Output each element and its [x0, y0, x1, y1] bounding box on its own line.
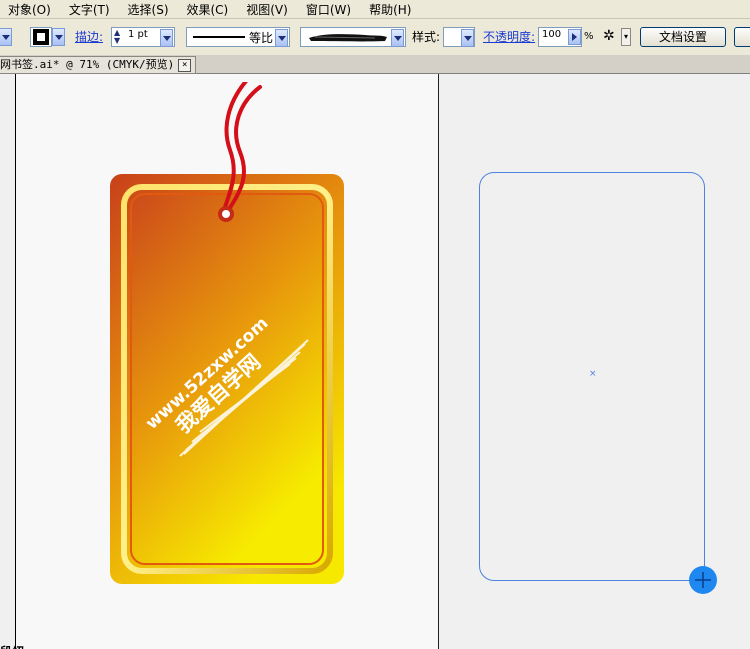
stroke-swatch[interactable] — [30, 27, 52, 47]
bottom-cut-label: 段绍 — [0, 643, 24, 649]
page-boundary — [438, 74, 439, 649]
chevron-down-icon — [160, 29, 173, 47]
recolor-artwork-button[interactable]: ✲ ▾ — [603, 27, 631, 47]
menu-type[interactable]: 文字(T) — [61, 1, 120, 18]
opacity-value: 100 — [542, 29, 562, 40]
menu-select[interactable]: 选择(S) — [120, 1, 179, 18]
document-setup-button[interactable]: 文档设置 — [640, 27, 726, 47]
bookmark-tag-artwork[interactable]: www.52zxw.com 我爱自学网 — [100, 82, 360, 612]
document-tab[interactable]: 网书签.ai* @ 71% (CMYK/预览) × — [0, 56, 197, 74]
brush-preview-icon — [309, 34, 387, 42]
chevron-right-icon[interactable] — [568, 29, 581, 45]
chevron-down-icon — [275, 29, 288, 47]
close-icon[interactable]: × — [178, 58, 192, 72]
chevron-down-icon — [52, 28, 65, 46]
document-tab-title: 网书签.ai* @ 71% (CMYK/预览) — [0, 58, 175, 71]
canvas[interactable]: www.52zxw.com 我爱自学网 × 段绍 — [0, 74, 750, 649]
stroke-weight-stepper-icon[interactable]: ▲ ▼ — [114, 29, 120, 45]
opacity-unit: % — [584, 31, 594, 42]
opacity-label[interactable]: 不透明度: — [483, 27, 535, 47]
center-point-icon: × — [589, 369, 597, 379]
preferences-button[interactable] — [734, 27, 750, 47]
brush-definition[interactable] — [300, 27, 406, 47]
cursor-crosshair-icon[interactable] — [688, 565, 718, 595]
menu-view[interactable]: 视图(V) — [238, 1, 298, 18]
chevron-down-icon — [391, 29, 404, 47]
stroke-weight-value: 1 pt — [128, 29, 148, 40]
menu-object[interactable]: 对象(O) — [0, 1, 61, 18]
line-preview — [193, 36, 245, 38]
chevron-down-icon: ▾ — [621, 28, 631, 46]
profile-label: 等比 — [249, 31, 274, 45]
fill-dropdown[interactable] — [0, 27, 12, 47]
document-tab-strip: 网书签.ai* @ 71% (CMYK/预览) × — [0, 55, 750, 74]
chevron-down-icon — [461, 29, 474, 47]
menu-help[interactable]: 帮助(H) — [361, 1, 421, 18]
stroke-swatch-dropdown[interactable] — [52, 27, 65, 47]
menu-effect[interactable]: 效果(C) — [179, 1, 239, 18]
stroke-weight-field[interactable]: ▲ ▼ 1 pt — [111, 27, 175, 47]
menu-window[interactable]: 窗口(W) — [298, 1, 361, 18]
variable-width-profile[interactable]: 等比 — [186, 27, 290, 47]
artboard-edge — [15, 74, 16, 649]
opacity-field[interactable]: 100 — [538, 27, 582, 47]
control-bar: 描边: ▲ ▼ 1 pt 等比 样式: 不透明度: 100 % ✲ ▾ 文档设置 — [0, 19, 750, 56]
stroke-swatch-icon — [33, 29, 49, 45]
menu-bar: 对象(O) 文字(T) 选择(S) 效果(C) 视图(V) 窗口(W) 帮助(H… — [0, 0, 750, 19]
chevron-down-icon — [0, 28, 12, 46]
graphic-style-picker[interactable] — [443, 27, 475, 47]
recolor-artwork-icon: ✲ — [603, 28, 615, 44]
style-label: 样式: — [412, 30, 441, 44]
stroke-label[interactable]: 描边: — [75, 27, 103, 47]
